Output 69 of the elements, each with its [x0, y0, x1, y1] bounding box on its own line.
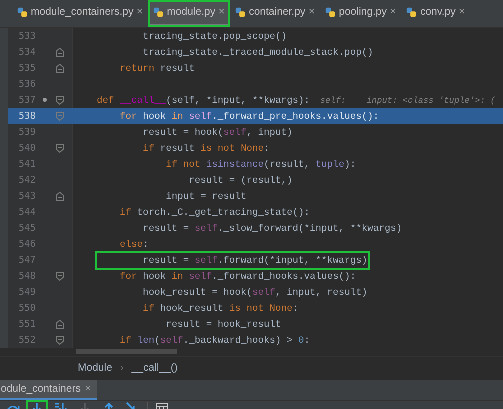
- code-line: input = result: [165, 190, 247, 202]
- code-line: for hook in self._forward_pre_hooks.values():: [119, 110, 380, 122]
- line-number: 551: [18, 318, 36, 330]
- python-file-icon: [325, 6, 336, 18]
- code-line: if torch._C._get_tracing_state():: [119, 206, 310, 218]
- code-line: return result: [119, 62, 195, 74]
- file-tab[interactable]: module_containers.py ×: [12, 0, 148, 27]
- line-number: 540: [18, 142, 36, 154]
- line-number: 548: [18, 270, 36, 282]
- close-icon[interactable]: ×: [84, 383, 92, 395]
- code-line: for hook in self._forward_hooks.values():: [119, 270, 356, 282]
- breadcrumb-item[interactable]: __call__(): [132, 362, 178, 374]
- breadcrumb-item[interactable]: Module: [78, 362, 112, 374]
- python-file-icon: [235, 6, 246, 18]
- python-file-icon: [153, 6, 164, 18]
- line-number: 552: [18, 334, 36, 346]
- code-line: result = hook_result: [165, 318, 282, 330]
- code-line: hook_result = hook(self, input, result): [142, 286, 368, 298]
- line-number: 536: [18, 78, 36, 90]
- panel-tab[interactable]: odule_containers ×: [0, 380, 98, 400]
- line-number: 539: [18, 126, 36, 138]
- line-number: 546: [18, 238, 36, 250]
- code-line: result = (result,): [188, 174, 293, 186]
- line-number: 547: [18, 254, 36, 266]
- fold-icon[interactable]: [56, 96, 64, 104]
- code-line: if hook_result is not None:: [142, 302, 299, 314]
- code-line: tracing_state._traced_module_stack.pop(): [142, 46, 374, 58]
- code-line: if not isinstance(result, tuple):: [165, 158, 356, 170]
- close-icon[interactable]: ×: [218, 6, 226, 18]
- fold-icon[interactable]: [56, 336, 64, 344]
- code-line: else:: [119, 238, 149, 250]
- line-number: 538: [18, 110, 36, 122]
- panel-tab-label[interactable]: odule_containers: [1, 383, 81, 395]
- line-number: 537: [18, 94, 36, 106]
- file-tab[interactable]: module.py ×: [148, 0, 230, 27]
- code-line: result = self._slow_forward(*input, **kwargs): [142, 222, 402, 234]
- close-icon[interactable]: ×: [458, 6, 466, 18]
- close-icon[interactable]: ×: [390, 6, 396, 18]
- line-number: 535: [18, 62, 36, 74]
- line-number: 534: [18, 46, 36, 58]
- line-number: 549: [18, 286, 36, 298]
- code-line: if result is not None:: [142, 142, 270, 154]
- fold-end-icon[interactable]: [56, 320, 64, 328]
- python-file-icon: [406, 6, 418, 18]
- line-number: 542: [18, 174, 36, 186]
- file-tab[interactable]: pooling.py ×: [320, 0, 402, 27]
- file-tab[interactable]: container.py ×: [230, 0, 320, 27]
- code-line: if len(self._backward_hooks) > 0:: [119, 334, 310, 346]
- fold-icon[interactable]: [56, 144, 64, 152]
- fold-icon[interactable]: [56, 272, 64, 280]
- close-icon[interactable]: ×: [308, 6, 316, 18]
- code-line: result = hook(self, input): [142, 126, 293, 138]
- file-tab[interactable]: conv.py ×: [401, 0, 470, 27]
- line-number: 550: [18, 302, 36, 314]
- scrollbar-thumb[interactable]: [76, 349, 177, 354]
- fold-end-icon[interactable]: [56, 64, 64, 72]
- code-line: def __call__(self, *input, **kwargs): self: input: <class 'tuple'>: (: [97, 94, 496, 106]
- line-number: 543: [18, 190, 36, 202]
- line-number: 533: [18, 30, 36, 42]
- fold-end-icon[interactable]: [56, 48, 64, 56]
- python-file-icon: [17, 6, 28, 18]
- code-line: result = self.forward(*input, **kwargs): [142, 254, 368, 266]
- line-number: 545: [18, 222, 36, 234]
- line-number: 544: [18, 206, 36, 218]
- breadcrumb-separator: ›: [120, 362, 124, 374]
- code-line: tracing_state.pop_scope(): [142, 30, 287, 42]
- fold-end-icon[interactable]: [56, 192, 64, 200]
- line-number: 541: [18, 158, 36, 170]
- close-icon[interactable]: ×: [136, 6, 144, 18]
